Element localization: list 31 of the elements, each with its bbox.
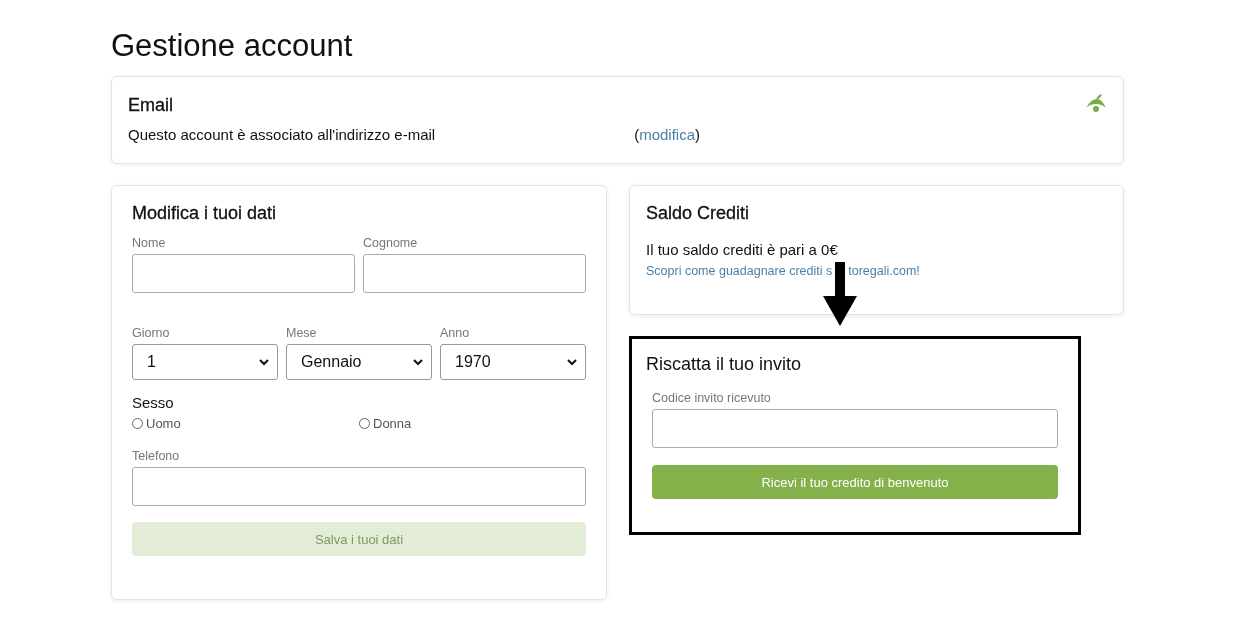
balance-text: Il tuo saldo crediti è pari a 0€ — [646, 241, 839, 258]
card-title: Riscatta il tuo invito — [646, 353, 802, 375]
text-field[interactable] — [363, 254, 586, 293]
text-field[interactable] — [132, 254, 355, 293]
chevron-down-icon — [413, 358, 423, 366]
edit-link-text: (modifica) — [634, 126, 701, 143]
field-label: Cognome — [363, 236, 419, 250]
code-field[interactable] — [652, 409, 1058, 448]
gender-label: Sesso — [132, 394, 175, 411]
field-label: Nome — [132, 236, 167, 250]
form-title: Modifica i tuoi dati — [132, 202, 277, 224]
select-field[interactable]: 1 — [132, 344, 278, 380]
select-field[interactable]: 1970 — [440, 344, 586, 380]
chevron-down-icon — [567, 358, 577, 366]
card-title: Email — [128, 94, 173, 116]
earn-credits-link[interactable]: Scopri come guadagnare crediti s toregali.com! — [646, 264, 920, 278]
edit-link[interactable]: modifica — [639, 126, 696, 143]
leaf-logo-icon — [1085, 93, 1107, 113]
email-text: Questo account è associato all'indirizzo e-mail — [128, 126, 436, 143]
chevron-down-icon — [259, 358, 269, 366]
select-field[interactable]: Gennaio — [286, 344, 432, 380]
field-label: Mese — [286, 326, 318, 340]
radio-label[interactable]: Donna — [373, 416, 412, 431]
field-label: Giorno — [132, 326, 171, 340]
page-title: Gestione account — [111, 28, 354, 64]
field-label: Anno — [440, 326, 471, 340]
field-label: Codice invito ricevuto — [652, 391, 772, 405]
text-field[interactable] — [132, 467, 586, 506]
card-title: Saldo Crediti — [646, 202, 750, 224]
field-label: Telefono — [132, 449, 181, 463]
radio-label[interactable]: Uomo — [146, 416, 181, 431]
